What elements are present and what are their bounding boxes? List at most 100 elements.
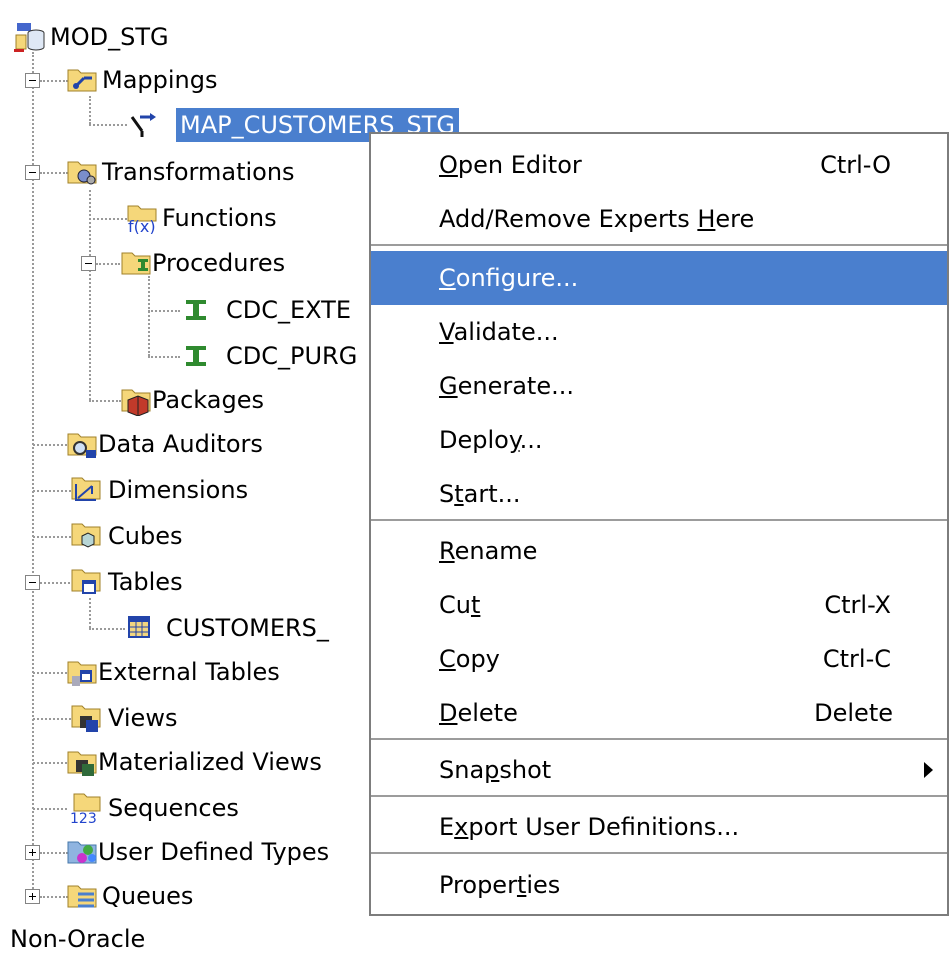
tree-label: Dimensions — [108, 476, 249, 504]
svg-text:123: 123 — [70, 811, 97, 824]
menu-item-add-remove-experts[interactable]: Add/Remove Experts Here — [371, 192, 947, 246]
tree-label: Queues — [102, 882, 194, 910]
tree-label: Views — [108, 704, 178, 732]
menu-item-label: Snapshot — [439, 756, 552, 784]
expand-user-defined-types-toggle[interactable] — [25, 845, 40, 860]
menu-item-deploy[interactable]: Deploy... — [371, 413, 947, 467]
menu-separator — [371, 852, 947, 854]
menu-separator — [371, 795, 947, 797]
views-folder-icon — [70, 702, 102, 734]
module-database-icon — [14, 21, 46, 53]
menu-item-validate[interactable]: Validate... — [371, 305, 947, 359]
collapse-transformations-toggle[interactable] — [25, 165, 40, 180]
external-tables-folder-icon — [66, 656, 98, 688]
menu-item-open-editor[interactable]: Open Editor Ctrl-O — [371, 138, 947, 192]
tree-label: CDC_PURG — [226, 342, 358, 370]
tree-node-packages[interactable]: Packages — [120, 381, 268, 419]
menu-item-label: Cut — [439, 591, 481, 619]
tree-node-procedures[interactable]: Procedures — [120, 244, 289, 282]
menu-item-start[interactable]: Start... — [371, 467, 947, 521]
tree-node-cdc-exte[interactable]: CDC_EXTE — [180, 291, 355, 329]
collapse-mappings-toggle[interactable] — [25, 73, 40, 88]
table-icon — [124, 612, 156, 644]
tree-node-user-defined-types[interactable]: User Defined Types — [66, 833, 333, 871]
tree-label: Transformations — [102, 158, 295, 186]
procedures-folder-icon — [120, 247, 152, 279]
queues-folder-icon — [66, 880, 98, 912]
menu-item-rename[interactable]: Rename — [371, 524, 947, 578]
tree-label: MOD_STG — [50, 23, 169, 51]
context-menu: Open Editor Ctrl-O Add/Remove Experts He… — [369, 132, 949, 916]
menu-item-label: Copy — [439, 645, 500, 673]
transformations-folder-icon — [66, 156, 98, 188]
tree-node-non-oracle[interactable]: Non-Oracle — [10, 925, 145, 953]
menu-item-label: Validate... — [439, 318, 559, 346]
menu-item-label: Export User Definitions... — [439, 813, 740, 841]
tree-node-functions[interactable]: f(x) Functions — [126, 199, 281, 237]
expand-queues-toggle[interactable] — [25, 889, 40, 904]
tree-node-tables[interactable]: Tables — [70, 563, 187, 601]
menu-item-copy[interactable]: Copy Ctrl-C — [371, 632, 947, 686]
data-auditors-folder-icon — [66, 428, 98, 460]
tree-label: Materialized Views — [98, 748, 322, 776]
menu-item-label: Start... — [439, 480, 521, 508]
menu-separator — [371, 519, 947, 521]
menu-separator — [371, 738, 947, 740]
menu-item-label: Configure... — [439, 264, 579, 292]
cubes-folder-icon — [70, 520, 102, 552]
tree-node-customers[interactable]: CUSTOMERS_ — [124, 609, 333, 647]
mapping-folder-icon — [66, 64, 98, 96]
menu-item-label: Open Editor — [439, 151, 582, 179]
menu-item-export-user-definitions[interactable]: Export User Definitions... — [371, 800, 947, 854]
menu-item-label: Generate... — [439, 372, 574, 400]
menu-item-cut[interactable]: Cut Ctrl-X — [371, 578, 947, 632]
tree-label: Mappings — [102, 66, 218, 94]
tree-label: User Defined Types — [98, 838, 330, 866]
procedure-icon — [180, 294, 212, 326]
collapse-tables-toggle[interactable] — [25, 575, 40, 590]
tree-node-mappings[interactable]: Mappings — [66, 61, 222, 99]
tree-node-views[interactable]: Views — [70, 699, 181, 737]
menu-item-shortcut: Delete — [814, 699, 893, 727]
menu-item-delete[interactable]: Delete Delete — [371, 686, 947, 740]
menu-item-label: Rename — [439, 537, 538, 565]
menu-item-label: Delete — [439, 699, 518, 727]
menu-item-snapshot[interactable]: Snapshot — [371, 743, 947, 797]
tree-label: Functions — [162, 204, 277, 232]
tree-node-cdc-purg[interactable]: CDC_PURG — [180, 337, 361, 375]
functions-folder-icon: f(x) — [126, 202, 158, 234]
materialized-views-folder-icon — [66, 746, 98, 778]
collapse-procedures-toggle[interactable] — [81, 256, 96, 271]
tree-node-mod-stg[interactable]: MOD_STG — [14, 18, 173, 56]
tree-node-external-tables[interactable]: External Tables — [66, 653, 284, 691]
menu-item-configure[interactable]: Configure... — [371, 251, 947, 305]
menu-separator — [371, 244, 947, 246]
tables-folder-icon — [70, 566, 102, 598]
tree-label: Tables — [108, 568, 183, 596]
tree-label: Packages — [152, 386, 264, 414]
tree-label: CDC_EXTE — [226, 296, 352, 324]
svg-text:f(x): f(x) — [128, 217, 156, 234]
user-defined-types-folder-icon — [66, 836, 98, 868]
tree-node-data-auditors[interactable]: Data Auditors — [66, 425, 267, 463]
packages-folder-icon — [120, 384, 152, 416]
dimensions-folder-icon — [70, 474, 102, 506]
tree-label: Sequences — [108, 794, 239, 822]
tree-node-cubes[interactable]: Cubes — [70, 517, 186, 555]
menu-item-shortcut: Ctrl-X — [824, 591, 891, 619]
tree-label: Cubes — [108, 522, 183, 550]
tree-label: Procedures — [152, 249, 286, 277]
tree-node-sequences[interactable]: 123 Sequences — [70, 789, 243, 827]
tree-label: External Tables — [98, 658, 280, 686]
submenu-arrow-icon — [924, 762, 933, 778]
tree-node-transformations[interactable]: Transformations — [66, 153, 299, 191]
tree-node-materialized-views[interactable]: Materialized Views — [66, 743, 326, 781]
menu-item-generate[interactable]: Generate... — [371, 359, 947, 413]
menu-item-properties[interactable]: Properties — [371, 858, 947, 912]
menu-item-label: Properties — [439, 871, 561, 899]
menu-item-shortcut: Ctrl-C — [822, 645, 891, 673]
tree-node-dimensions[interactable]: Dimensions — [70, 471, 252, 509]
tree-node-queues[interactable]: Queues — [66, 877, 197, 915]
tree-label: CUSTOMERS_ — [166, 614, 329, 642]
menu-item-label: Add/Remove Experts Here — [439, 205, 755, 233]
